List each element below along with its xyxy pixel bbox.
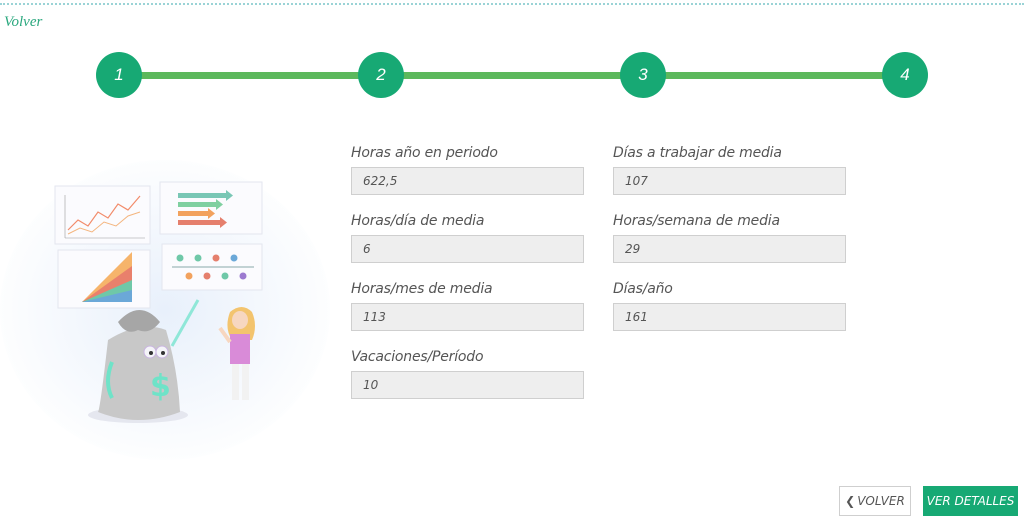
step-3[interactable]: 3 (620, 52, 666, 98)
step-1[interactable]: 1 (96, 52, 142, 98)
step-4[interactable]: 4 (882, 52, 928, 98)
chevron-left-icon: ❮ (845, 494, 856, 508)
dias-trabajar-media-label: Días a trabajar de media (613, 145, 782, 161)
horas-dia-media-label: Horas/día de media (351, 213, 485, 229)
dias-anio-label: Días/año (613, 281, 673, 297)
horas-mes-media-label: Horas/mes de media (351, 281, 493, 297)
horas-semana-media-label: Horas/semana de media (613, 213, 780, 229)
volver-button[interactable]: ❮ VOLVER (839, 486, 911, 516)
ver-detalles-button[interactable]: VER DETALLES (923, 486, 1018, 516)
progress-stepper: 1 2 3 4 (0, 52, 1024, 98)
back-link[interactable]: Volver (4, 14, 42, 31)
dias-trabajar-media-field[interactable]: 107 (613, 167, 846, 195)
stepper-line (119, 72, 905, 79)
arrows-panel (159, 181, 263, 235)
volver-button-label: VOLVER (857, 494, 905, 508)
horas-semana-media-field[interactable]: 29 (613, 235, 846, 263)
timeline-panel (161, 243, 263, 291)
horas-anio-periodo-label: Horas año en periodo (351, 145, 498, 161)
svg-text:$: $ (150, 369, 171, 404)
horas-mes-media-field[interactable]: 113 (351, 303, 584, 331)
top-dotted-border (0, 3, 1024, 5)
horas-anio-periodo-field[interactable]: 622,5 (351, 167, 584, 195)
step-2[interactable]: 2 (358, 52, 404, 98)
vacaciones-periodo-field[interactable]: 10 (351, 371, 584, 399)
finance-illustration: $ (0, 160, 330, 460)
vacaciones-periodo-label: Vacaciones/Período (351, 349, 484, 365)
area-chart-panel (57, 249, 151, 309)
dias-anio-field[interactable]: 161 (613, 303, 846, 331)
horas-dia-media-field[interactable]: 6 (351, 235, 584, 263)
line-chart-panel (54, 185, 151, 245)
